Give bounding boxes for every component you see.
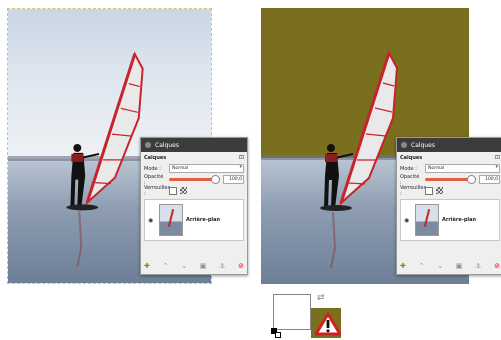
eye-icon[interactable]: ◉ <box>148 217 156 224</box>
tab-menu-icon[interactable]: ⊡ <box>495 154 500 161</box>
layer-name[interactable]: Arrière-plan <box>186 217 220 223</box>
layer-name[interactable]: Arrière-plan <box>442 217 476 223</box>
layer-thumbnail <box>159 204 183 236</box>
dock-title: Calques <box>411 141 435 149</box>
default-colors-icon[interactable] <box>271 328 281 338</box>
lock-pixels-checkbox[interactable] <box>425 186 433 195</box>
opacity-input[interactable]: 100,0 <box>479 175 500 184</box>
layer-thumbnail <box>415 204 439 236</box>
anchor-layer-icon[interactable]: ⚓ <box>475 261 481 271</box>
lock-alpha-icon[interactable] <box>180 187 187 194</box>
section-label: Calques <box>144 154 167 161</box>
layer-toolbar: ✚ ⌃ ⌄ ▣ ⚓ ⊘ <box>400 261 500 271</box>
foreground-color-swatch[interactable] <box>273 294 311 330</box>
lock-alpha-icon[interactable] <box>436 187 443 194</box>
swap-colors-icon[interactable]: ⇄ <box>317 293 325 303</box>
lower-layer-icon[interactable]: ⌄ <box>437 261 443 271</box>
close-icon[interactable] <box>145 142 151 148</box>
layer-toolbar: ✚ ⌃ ⌄ ▣ ⚓ ⊘ <box>144 261 244 271</box>
layers-dock[interactable]: Calques Calques⊡ Mode : Normal Opacité :… <box>396 137 501 275</box>
layer-row[interactable]: ◉ Arrière-plan <box>400 199 500 241</box>
color-selector: ⇄ <box>271 290 341 340</box>
opacity-input[interactable]: 100,0 <box>223 175 244 184</box>
mode-select[interactable]: Normal <box>169 164 244 173</box>
raise-layer-icon[interactable]: ⌃ <box>163 261 169 271</box>
layer-row[interactable]: ◉ Arrière-plan <box>144 199 244 241</box>
lower-layer-icon[interactable]: ⌄ <box>181 261 187 271</box>
opacity-slider[interactable] <box>425 175 476 184</box>
delete-layer-icon[interactable]: ⊘ <box>494 261 500 271</box>
dock-title: Calques <box>155 141 179 149</box>
opacity-slider[interactable] <box>169 175 220 184</box>
anchor-layer-icon[interactable]: ⚓ <box>219 261 225 271</box>
duplicate-layer-icon[interactable]: ▣ <box>200 261 207 271</box>
eye-icon[interactable]: ◉ <box>404 217 412 224</box>
dock-titlebar[interactable]: Calques <box>141 138 247 152</box>
lock-pixels-checkbox[interactable] <box>169 186 177 195</box>
delete-layer-icon[interactable]: ⊘ <box>238 261 244 271</box>
mode-label: Mode : <box>400 165 417 172</box>
raise-layer-icon[interactable]: ⌃ <box>419 261 425 271</box>
warning-icon <box>315 312 341 336</box>
dock-titlebar[interactable]: Calques <box>397 138 501 152</box>
mode-label: Mode : <box>144 165 161 172</box>
lock-label: Verrouiller : <box>400 184 426 197</box>
new-layer-icon[interactable]: ✚ <box>144 261 150 271</box>
close-icon[interactable] <box>401 142 407 148</box>
duplicate-layer-icon[interactable]: ▣ <box>456 261 463 271</box>
section-label: Calques <box>400 154 423 161</box>
mode-select[interactable]: Normal <box>425 164 500 173</box>
lock-label: Verrouiller : <box>144 184 170 197</box>
layers-dock[interactable]: Calques Calques⊡ Mode : Normal Opacité :… <box>140 137 248 275</box>
new-layer-icon[interactable]: ✚ <box>400 261 406 271</box>
tab-menu-icon[interactable]: ⊡ <box>239 154 244 161</box>
